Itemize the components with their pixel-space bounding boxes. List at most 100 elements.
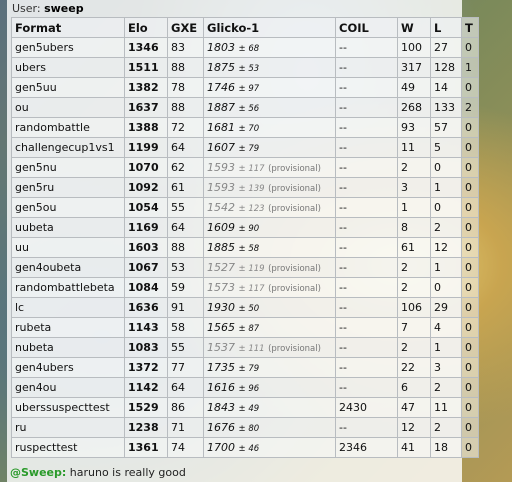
ties-cell: 1 — [461, 57, 479, 78]
coil-cell: 2346 — [335, 437, 398, 458]
ladder-row: gen4oubeta 1067 53 1527 ± 119 (provisional)… — [11, 257, 479, 278]
col-glicko: Glicko-1 — [203, 17, 336, 38]
ladder-row: gen5ubers 1346 83 1803 ± 68 -- 100 27 0 — [11, 37, 479, 58]
glicko-value: 1609 — [207, 221, 235, 234]
glicko-cell: 1676 ± 80 — [203, 417, 336, 438]
ties-cell: 0 — [461, 177, 479, 198]
glicko-cell: 1565 ± 87 — [203, 317, 336, 338]
wins-cell: 317 — [397, 57, 431, 78]
ladder-row: ou 1637 88 1887 ± 56 -- 268 133 2 — [11, 97, 479, 118]
gxe-cell: 64 — [167, 137, 204, 158]
format-cell: rubeta — [11, 317, 125, 338]
ladder-row: gen5ou 1054 55 1542 ± 123 (provisional) -- 1 0… — [11, 197, 479, 218]
ladder-row: randombattle 1388 72 1681 ± 70 -- 93 57 0 — [11, 117, 479, 138]
gxe-cell: 55 — [167, 197, 204, 218]
glicko-deviation: ± 49 — [238, 404, 260, 414]
user-label: User: — [12, 2, 41, 15]
glicko-cell: 1930 ± 50 — [203, 297, 336, 318]
losses-cell: 11 — [430, 397, 462, 418]
losses-cell: 5 — [430, 137, 462, 158]
ladder-row: uubeta 1169 64 1609 ± 90 -- 8 2 0 — [11, 217, 479, 238]
glicko-cell: 1537 ± 111 (provisional) — [203, 337, 336, 358]
chat-username[interactable]: Sweep: — [21, 466, 66, 479]
coil-cell: -- — [335, 417, 398, 438]
coil-cell: -- — [335, 57, 398, 78]
glicko-deviation: ± 119 — [238, 264, 265, 274]
format-cell: gen4ubers — [11, 357, 125, 378]
glicko-deviation: ± 79 — [238, 144, 260, 154]
ladder-row: uu 1603 88 1885 ± 58 -- 61 12 0 — [11, 237, 479, 258]
glicko-value: 1573 — [207, 281, 235, 294]
wins-cell: 6 — [397, 377, 431, 398]
gxe-cell: 55 — [167, 337, 204, 358]
elo-cell: 1083 — [124, 337, 168, 358]
format-cell: gen5uu — [11, 77, 125, 98]
user-name[interactable]: sweep — [44, 2, 84, 15]
glicko-value: 1887 — [207, 101, 235, 114]
losses-cell: 133 — [430, 97, 462, 118]
glicko-deviation: ± 46 — [238, 444, 260, 454]
glicko-cell: 1887 ± 56 — [203, 97, 336, 118]
format-cell: nubeta — [11, 337, 125, 358]
chat-line: @Sweep: haruno is really good — [10, 466, 186, 479]
wins-cell: 1 — [397, 197, 431, 218]
gxe-cell: 78 — [167, 77, 204, 98]
elo-cell: 1070 — [124, 157, 168, 178]
glicko-deviation: ± 111 — [238, 344, 265, 354]
coil-cell: -- — [335, 297, 398, 318]
coil-cell: 2430 — [335, 397, 398, 418]
col-losses: L — [430, 17, 462, 38]
glicko-value: 1930 — [207, 301, 235, 314]
losses-cell: 128 — [430, 57, 462, 78]
ladder-row: nubeta 1083 55 1537 ± 111 (provisional) -- 2 1… — [11, 337, 479, 358]
glicko-deviation: ± 123 — [238, 204, 265, 214]
elo-cell: 1529 — [124, 397, 168, 418]
elo-cell: 1372 — [124, 357, 168, 378]
losses-cell: 57 — [430, 117, 462, 138]
col-wins: W — [397, 17, 431, 38]
losses-cell: 0 — [430, 277, 462, 298]
glicko-value: 1676 — [207, 421, 235, 434]
coil-cell: -- — [335, 37, 398, 58]
ties-cell: 0 — [461, 157, 479, 178]
wins-cell: 47 — [397, 397, 431, 418]
losses-cell: 1 — [430, 177, 462, 198]
wins-cell: 3 — [397, 177, 431, 198]
gxe-cell: 86 — [167, 397, 204, 418]
ties-cell: 0 — [461, 297, 479, 318]
coil-cell: -- — [335, 137, 398, 158]
glicko-value: 1565 — [207, 321, 235, 334]
col-coil: COIL — [335, 17, 398, 38]
losses-cell: 14 — [430, 77, 462, 98]
ties-cell: 0 — [461, 397, 479, 418]
glicko-deviation: ± 68 — [238, 44, 260, 54]
format-cell: ruspecttest — [11, 437, 125, 458]
losses-cell: 0 — [430, 197, 462, 218]
glicko-value: 1527 — [207, 261, 235, 274]
glicko-cell: 1746 ± 97 — [203, 77, 336, 98]
gxe-cell: 77 — [167, 357, 204, 378]
ties-cell: 0 — [461, 357, 479, 378]
gxe-cell: 62 — [167, 157, 204, 178]
losses-cell: 2 — [430, 417, 462, 438]
coil-cell: -- — [335, 197, 398, 218]
ties-cell: 0 — [461, 337, 479, 358]
elo-cell: 1067 — [124, 257, 168, 278]
ties-cell: 0 — [461, 257, 479, 278]
ladder-row: gen4ubers 1372 77 1735 ± 79 -- 22 3 0 — [11, 357, 479, 378]
elo-cell: 1092 — [124, 177, 168, 198]
ties-cell: 2 — [461, 97, 479, 118]
elo-cell: 1637 — [124, 97, 168, 118]
format-cell: randombattle — [11, 117, 125, 138]
ladder-row: ruspecttest 1361 74 1700 ± 46 2346 41 18 0 — [11, 437, 479, 458]
gxe-cell: 88 — [167, 57, 204, 78]
elo-cell: 1361 — [124, 437, 168, 458]
coil-cell: -- — [335, 357, 398, 378]
glicko-deviation: ± 53 — [238, 64, 260, 74]
glicko-deviation: ± 56 — [238, 104, 260, 114]
glicko-deviation: ± 139 — [238, 184, 265, 194]
wins-cell: 106 — [397, 297, 431, 318]
format-cell: gen4ou — [11, 377, 125, 398]
glicko-value: 1616 — [207, 381, 235, 394]
ladder-row: gen4ou 1142 64 1616 ± 96 -- 6 2 0 — [11, 377, 479, 398]
